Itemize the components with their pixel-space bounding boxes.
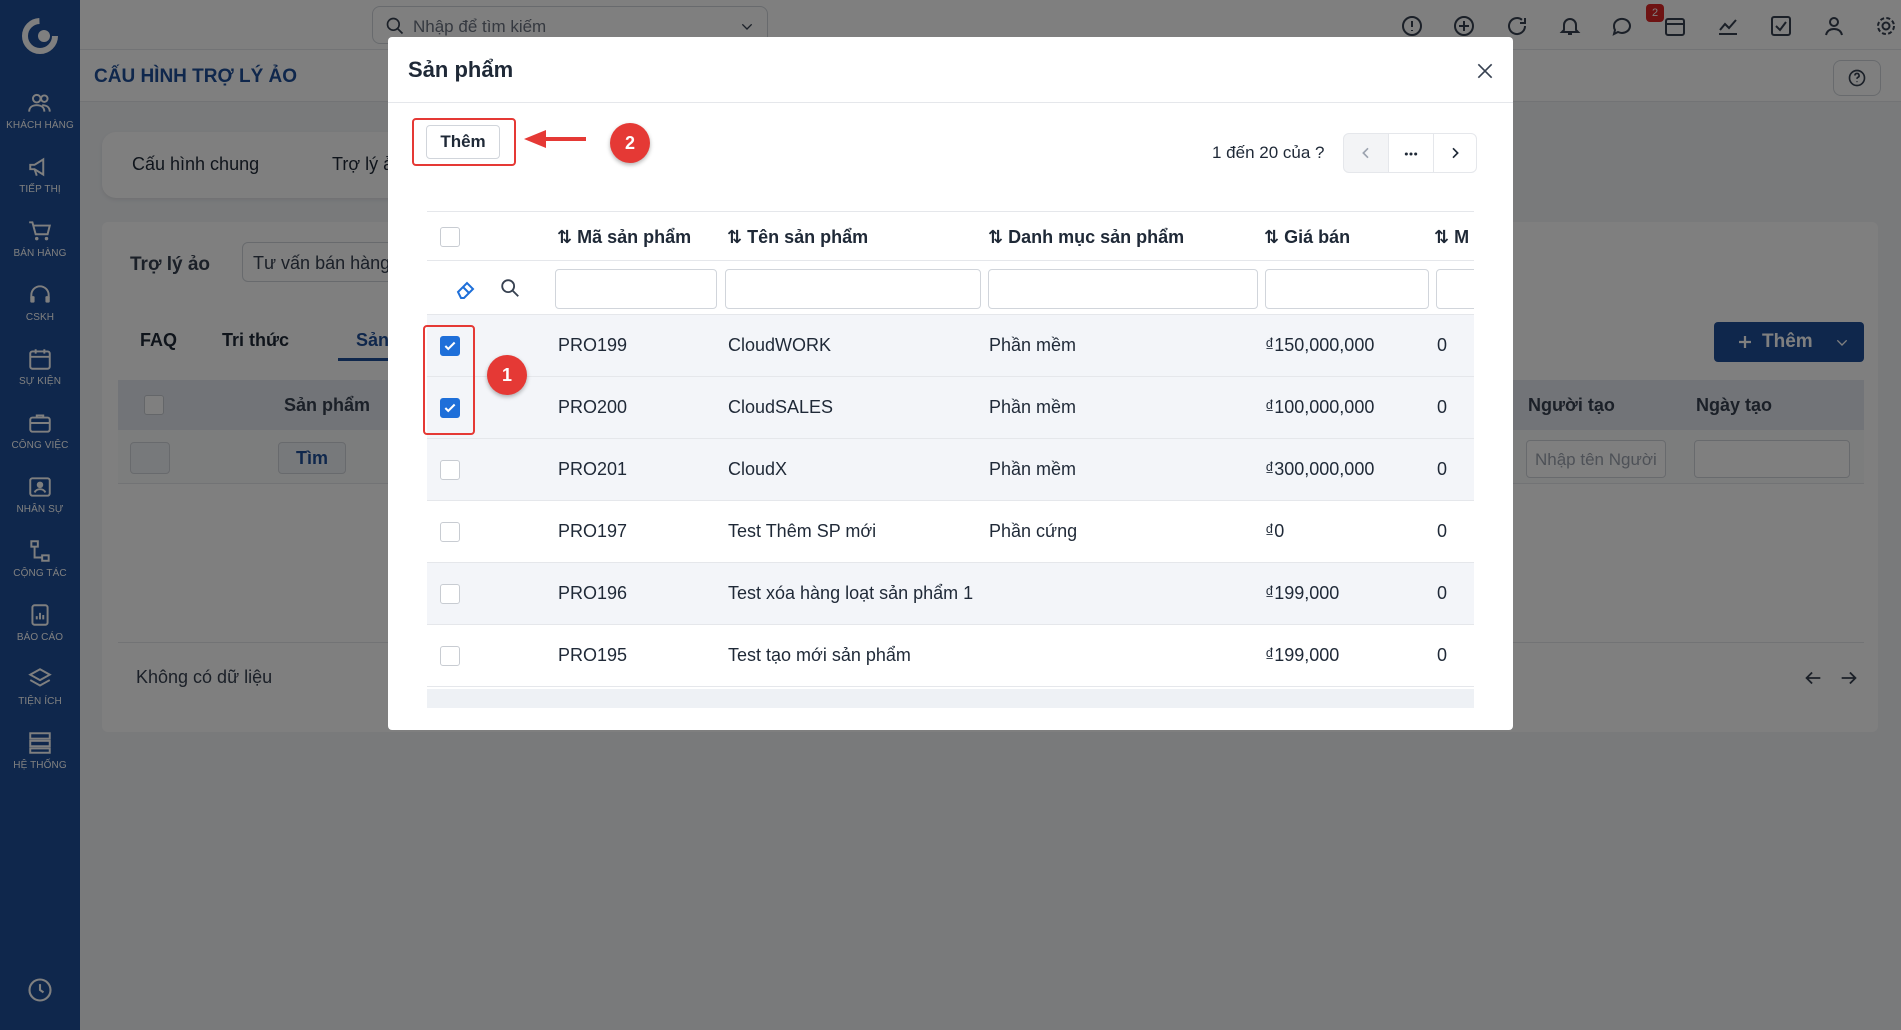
close-icon[interactable] xyxy=(1475,61,1495,81)
cell-code: PRO201 xyxy=(558,459,628,479)
chevron-right-icon xyxy=(1452,147,1459,159)
cell-m: 0 xyxy=(1437,459,1448,479)
cell-m: 0 xyxy=(1437,521,1448,541)
cell-m: 0 xyxy=(1437,397,1448,417)
table-row[interactable]: PRO199 CloudWORK Phần mềm ₫150,000,000 0 xyxy=(427,315,1474,377)
modal-header: Sản phẩm xyxy=(388,37,1513,103)
cell-name: CloudSALES xyxy=(728,397,834,417)
filter-row xyxy=(427,261,1474,315)
product-table: ⇅ Mã sản phẩm ⇅ Tên sản phẩm ⇅ Danh mục … xyxy=(427,211,1474,708)
highlight-checkboxes xyxy=(423,325,475,435)
cell-price: ₫0 xyxy=(1265,521,1285,541)
sort-icon: ⇅ xyxy=(557,227,578,247)
column-product-code-label: Mã sản phẩm xyxy=(577,227,692,247)
m-filter-input[interactable] xyxy=(1436,269,1474,309)
column-price-label: Giá bán xyxy=(1284,227,1351,247)
cell-price: ₫150,000,000 xyxy=(1265,335,1375,355)
cell-code: PRO196 xyxy=(558,583,628,603)
cell-category: Phần mềm xyxy=(989,335,1077,355)
column-product-name[interactable]: ⇅ Tên sản phẩm xyxy=(727,227,868,248)
row-checkbox[interactable] xyxy=(440,522,460,542)
column-m[interactable]: ⇅ M xyxy=(1434,227,1469,248)
table-row[interactable]: PRO201 CloudX Phần mềm ₫300,000,000 0 xyxy=(427,439,1474,501)
sort-icon: ⇅ xyxy=(988,227,1009,247)
table-row[interactable]: PRO200 CloudSALES Phần mềm ₫100,000,000 … xyxy=(427,377,1474,439)
pager-text: 1 đến 20 của ? xyxy=(1212,143,1325,162)
category-filter-input[interactable] xyxy=(988,269,1258,309)
table-row[interactable]: PRO197 Test Thêm SP mới Phần cứng ₫0 0 xyxy=(427,501,1474,563)
step-badge-2: 2 xyxy=(610,123,650,163)
cell-code: PRO200 xyxy=(558,397,628,417)
chevron-left-icon xyxy=(1362,147,1369,159)
modal-title: Sản phẩm xyxy=(408,57,514,82)
more-pages-button[interactable] xyxy=(1388,133,1434,173)
column-product-category[interactable]: ⇅ Danh mục sản phẩm xyxy=(988,227,1184,248)
column-m-label: M xyxy=(1454,227,1470,247)
arrow-pointer-icon xyxy=(524,130,586,148)
cell-category: Phần cứng xyxy=(989,521,1078,541)
modal-add-button[interactable]: Thêm xyxy=(426,125,500,159)
cell-name: Test xóa hàng loạt sản phẩm 1 xyxy=(728,583,974,603)
cell-code: PRO195 xyxy=(558,645,628,665)
cell-name: Test Thêm SP mới xyxy=(728,521,877,541)
row-checkbox[interactable] xyxy=(440,460,460,480)
cell-category: Phần mềm xyxy=(989,397,1077,417)
cell-code: PRO199 xyxy=(558,335,628,355)
search-icon[interactable] xyxy=(499,277,521,299)
row-checkbox[interactable] xyxy=(440,584,460,604)
product-modal: Sản phẩm Thêm 2 1 đến 20 của ? ⇅ Mã sản … xyxy=(388,37,1513,730)
cell-name: Test tạo mới sản phẩm xyxy=(728,645,911,665)
eraser-icon[interactable] xyxy=(455,277,479,301)
cell-category: Phần mềm xyxy=(989,459,1077,479)
column-price[interactable]: ⇅ Giá bán xyxy=(1264,227,1350,248)
name-filter-input[interactable] xyxy=(725,269,981,309)
price-filter-input[interactable] xyxy=(1265,269,1429,309)
table-header: ⇅ Mã sản phẩm ⇅ Tên sản phẩm ⇅ Danh mục … xyxy=(427,211,1474,261)
ellipsis-icon xyxy=(1404,152,1418,156)
prev-page-button[interactable] xyxy=(1343,133,1389,173)
row-checkbox[interactable] xyxy=(440,646,460,666)
cell-name: CloudWORK xyxy=(728,335,832,355)
cell-price: ₫199,000 xyxy=(1265,645,1340,665)
cell-m: 0 xyxy=(1437,645,1448,665)
cell-m: 0 xyxy=(1437,583,1448,603)
column-product-code[interactable]: ⇅ Mã sản phẩm xyxy=(557,227,691,248)
table-row[interactable]: PRO196 Test xóa hàng loạt sản phẩm 1 ₫19… xyxy=(427,563,1474,625)
cell-code: PRO197 xyxy=(558,521,628,541)
table-row[interactable]: PRO195 Test tạo mới sản phẩm ₫199,000 0 xyxy=(427,625,1474,687)
sort-icon: ⇅ xyxy=(1434,227,1455,247)
cell-name: CloudX xyxy=(728,459,788,479)
column-product-name-label: Tên sản phẩm xyxy=(747,227,869,247)
code-filter-input[interactable] xyxy=(555,269,717,309)
sort-icon: ⇅ xyxy=(727,227,748,247)
column-product-category-label: Danh mục sản phẩm xyxy=(1008,227,1185,247)
cell-price: ₫100,000,000 xyxy=(1265,397,1375,417)
select-all-checkbox[interactable] xyxy=(440,227,460,247)
next-page-button[interactable] xyxy=(1433,133,1477,173)
horizontal-scrollbar[interactable] xyxy=(427,689,1474,708)
sort-icon: ⇅ xyxy=(1264,227,1285,247)
cell-price: ₫199,000 xyxy=(1265,583,1340,603)
cell-m: 0 xyxy=(1437,335,1448,355)
cell-price: ₫300,000,000 xyxy=(1265,459,1375,479)
step-badge-1: 1 xyxy=(487,355,527,395)
